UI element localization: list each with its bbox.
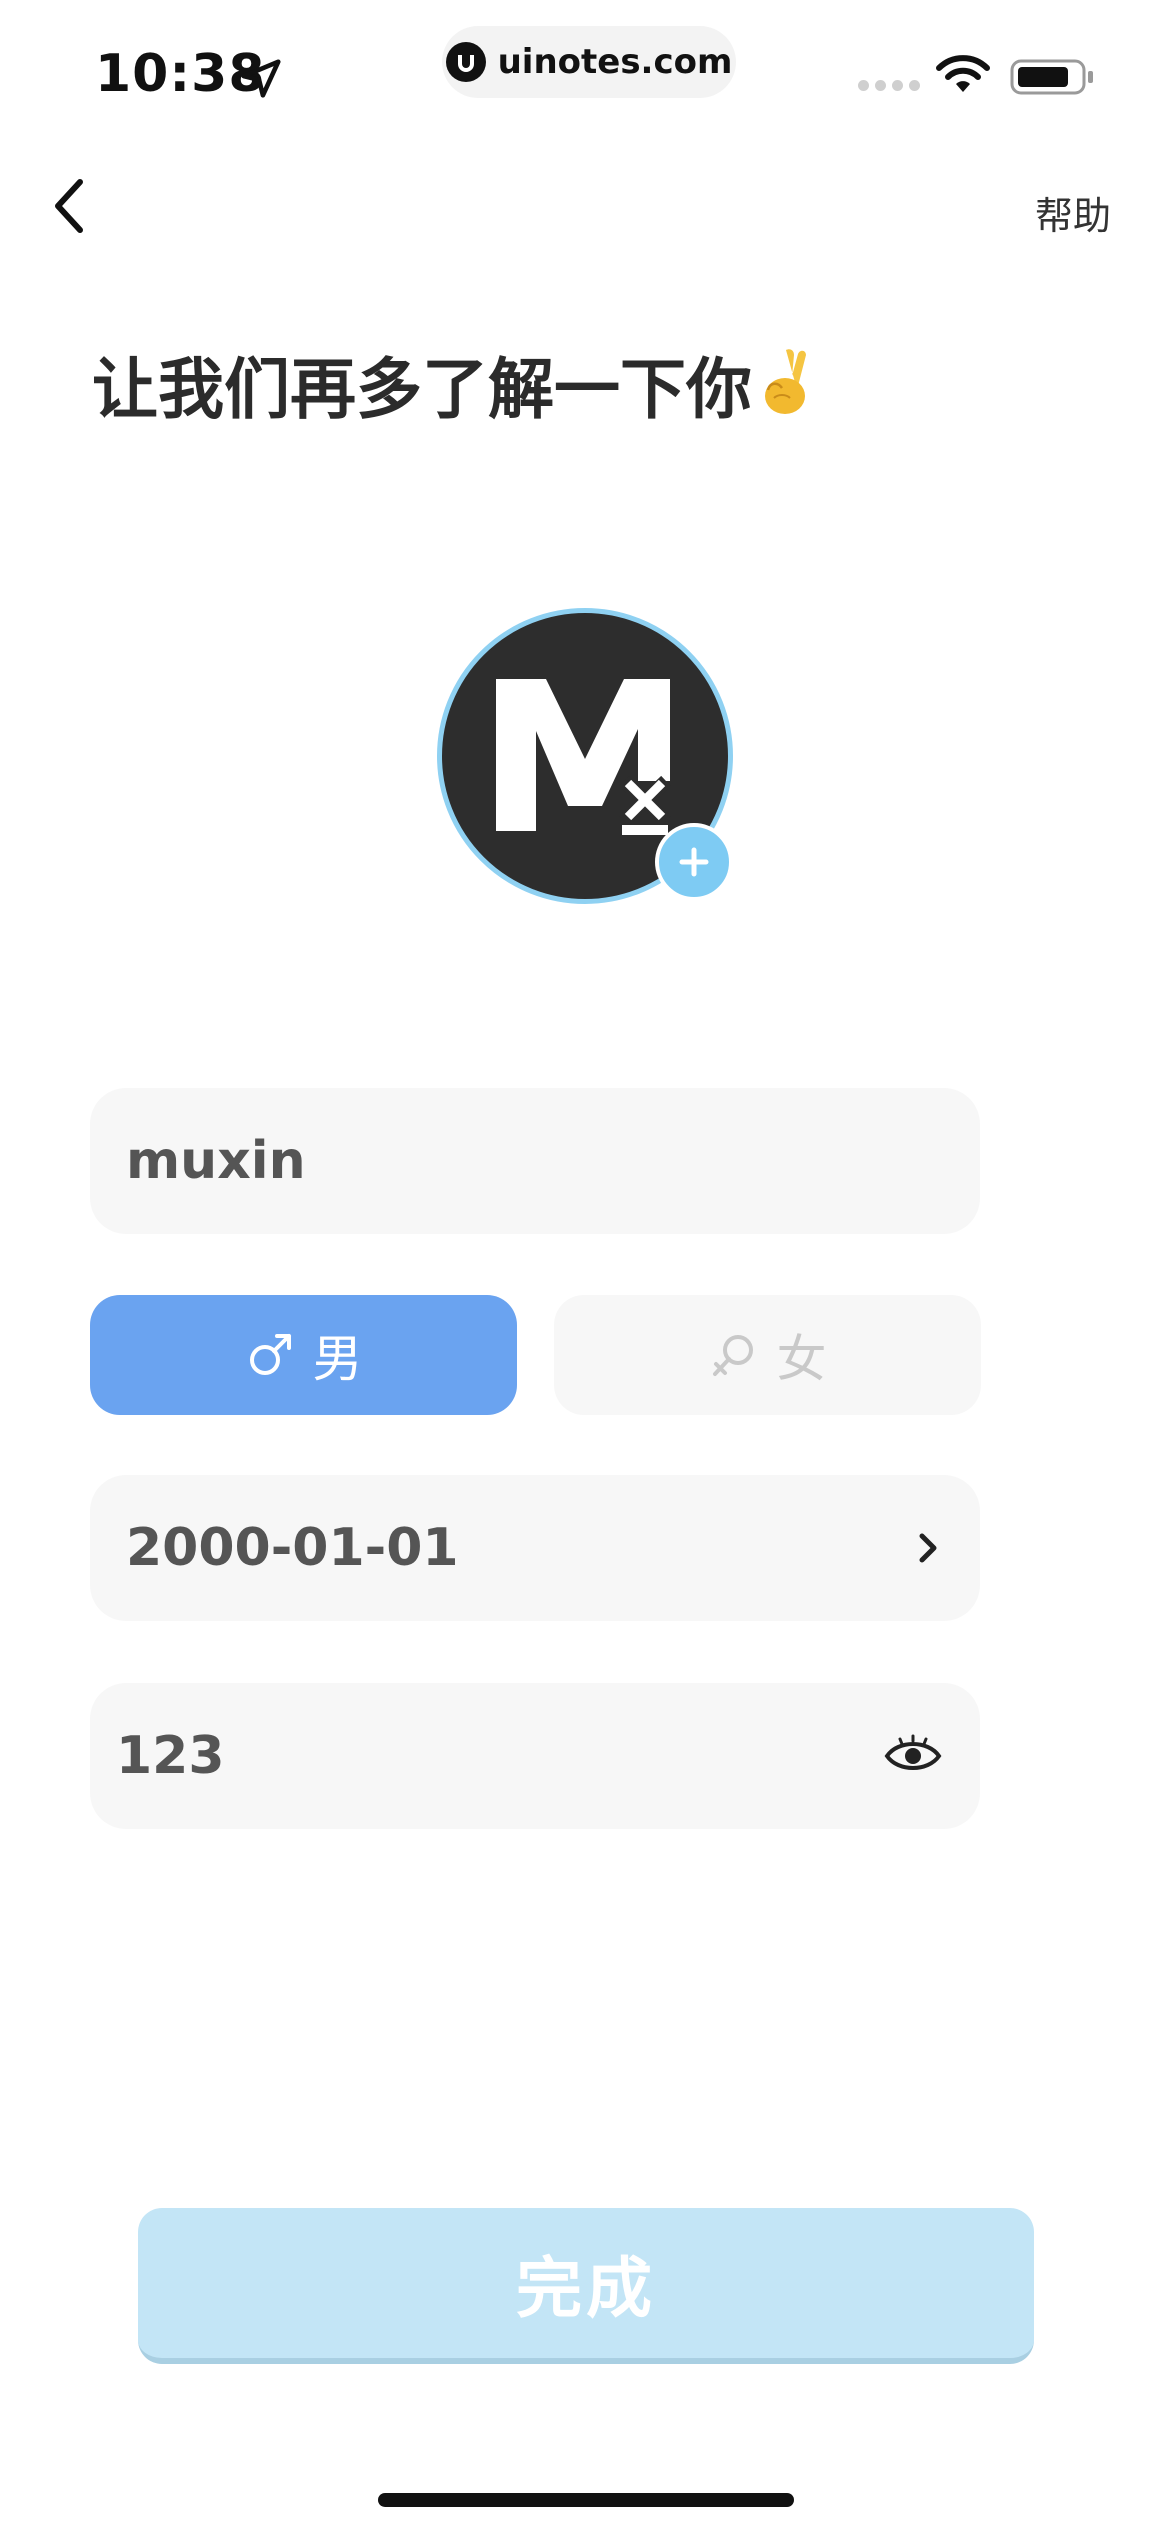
chevron-right-icon: [919, 1533, 937, 1563]
submit-label: 完成: [516, 2250, 656, 2327]
back-button[interactable]: [38, 170, 98, 242]
url-bar[interactable]: uinotes.com: [442, 26, 736, 98]
cellular-signal-icon: [858, 80, 920, 91]
submit-button[interactable]: 完成: [138, 2208, 1034, 2364]
wifi-icon: [936, 55, 990, 92]
page-title-text: 让我们再多了解一下你: [92, 351, 752, 428]
crossed-fingers-emoji-icon: [765, 349, 806, 414]
battery-icon: [1010, 59, 1093, 95]
eye-icon[interactable]: [884, 1734, 942, 1778]
site-logo-icon: [445, 42, 486, 82]
password-field[interactable]: 123: [90, 1683, 980, 1829]
mx-logo-icon: [496, 679, 671, 835]
help-link[interactable]: 帮助: [1035, 185, 1111, 240]
gender-male-label: 男: [312, 1330, 363, 1388]
female-symbol-icon: [712, 1335, 753, 1376]
location-arrow-icon: [241, 59, 281, 98]
url-text: uinotes.com: [497, 42, 733, 82]
add-avatar-button[interactable]: [655, 823, 733, 901]
birthday-field[interactable]: 2000-01-01: [90, 1475, 980, 1621]
home-indicator[interactable]: [378, 2493, 794, 2507]
gender-female-button[interactable]: 女: [554, 1295, 981, 1415]
birthday-value: 2000-01-01: [126, 1518, 459, 1578]
page-title: 让我们再多了解一下你: [92, 336, 814, 432]
plus-icon: [679, 847, 709, 877]
nickname-field[interactable]: muxin: [90, 1088, 980, 1234]
male-symbol-icon: [249, 1334, 291, 1375]
gender-male-button[interactable]: 男: [90, 1295, 517, 1415]
nickname-value: muxin: [126, 1131, 306, 1191]
gender-female-label: 女: [776, 1330, 827, 1388]
password-value: 123: [116, 1726, 225, 1786]
chevron-left-icon: [55, 179, 83, 233]
